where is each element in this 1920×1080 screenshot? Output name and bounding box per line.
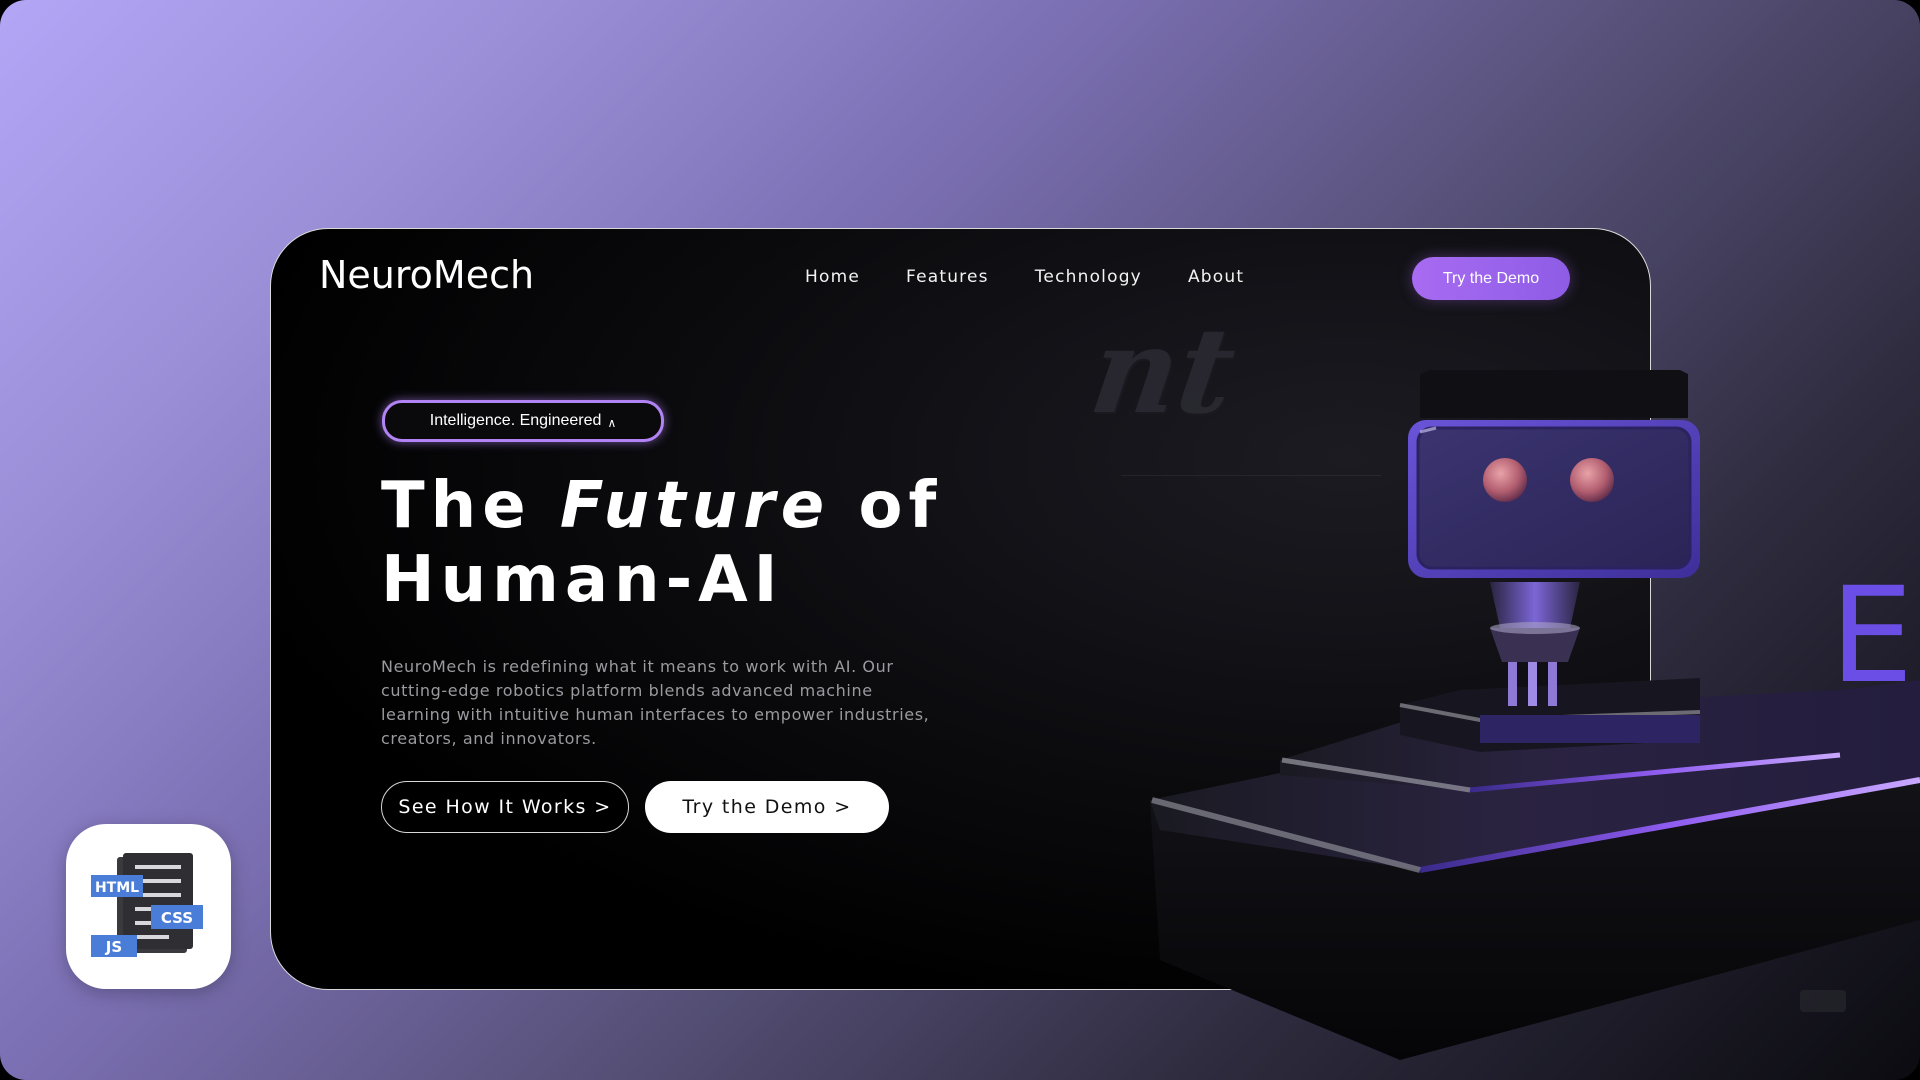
nav-item-about[interactable]: About: [1188, 267, 1244, 287]
html-css-js-app-icon[interactable]: HTML CSS JS: [66, 824, 231, 989]
headline-emphasis: Future: [559, 469, 831, 543]
headline-line-two: Human-AI: [381, 543, 784, 617]
code-document-icon: HTML CSS JS: [90, 852, 203, 957]
see-how-it-works-button[interactable]: See How It Works >: [381, 781, 629, 833]
try-demo-button[interactable]: Try the Demo >: [645, 781, 889, 833]
hero-description: NeuroMech is redefining what it means to…: [381, 657, 930, 748]
headline-text-end: of: [830, 469, 943, 543]
nav-item-features[interactable]: Features: [906, 267, 989, 287]
badge-label: Intelligence. Engineered: [429, 412, 602, 429]
tagline-badge: Intelligence. Engineered ∧: [382, 400, 664, 442]
caret-up-icon: ∧: [607, 416, 617, 430]
robot-illustration: [1150, 370, 1920, 1060]
nav-item-technology[interactable]: Technology: [1035, 267, 1142, 287]
try-demo-nav-button[interactable]: Try the Demo: [1412, 257, 1570, 300]
main-nav: Home Features Technology About: [805, 267, 1290, 287]
brand-logo[interactable]: NeuroMech: [319, 253, 534, 297]
headline-text-start: The: [381, 469, 560, 543]
nav-item-home[interactable]: Home: [805, 267, 860, 287]
decorative-letter: E: [1830, 559, 1914, 713]
js-label: JS: [104, 938, 121, 956]
presentation-background: NeuroMech Home Features Technology About…: [0, 0, 1920, 1080]
html-label: HTML: [94, 880, 138, 896]
css-label: CSS: [160, 909, 192, 927]
hero-headline: The Future of Human-AI: [381, 469, 942, 617]
